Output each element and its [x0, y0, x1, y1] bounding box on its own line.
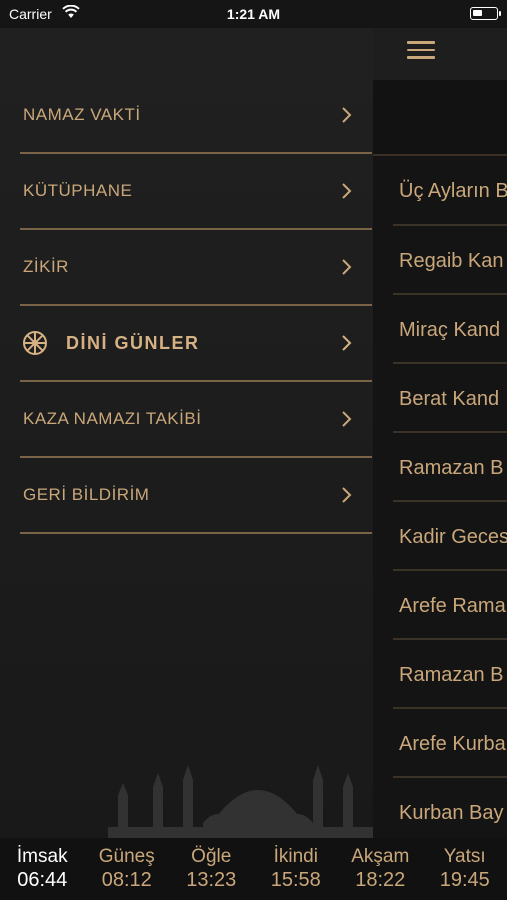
day-name: Berat Kand	[399, 388, 500, 410]
list-item[interactable]: Kadir Geces	[393, 502, 507, 571]
prayer-time: 13:23	[186, 869, 237, 891]
menu-item-label: ZİKİR	[23, 257, 69, 276]
menu-item-label: GERİ BİLDİRİM	[23, 485, 150, 504]
hamburger-menu-icon[interactable]	[407, 41, 435, 63]
menu-list: NAMAZ VAKTİ KÜTÜPHANE ZİKİR DİNİ GÜNLER …	[20, 78, 372, 534]
dharma-wheel-icon	[23, 331, 47, 355]
top-bar	[373, 28, 507, 80]
menu-item-zikir[interactable]: ZİKİR	[20, 230, 372, 306]
prayer-yatsi: Yatsı 19:45	[423, 838, 507, 900]
side-menu: NAMAZ VAKTİ KÜTÜPHANE ZİKİR DİNİ GÜNLER …	[0, 28, 373, 838]
list-item[interactable]: Ramazan B	[393, 433, 507, 502]
day-name: Arefe Kurba	[399, 733, 506, 755]
chevron-right-icon	[342, 183, 352, 199]
prayer-name: Akşam	[351, 846, 410, 867]
menu-item-kaza-namazi-takibi[interactable]: KAZA NAMAZI TAKİBİ	[20, 382, 372, 458]
list-item[interactable]: Kurban Bay	[393, 778, 507, 838]
prayer-time: 06:44	[17, 869, 68, 891]
list-item[interactable]: Berat Kand	[393, 364, 507, 433]
menu-item-label: DİNİ GÜNLER	[66, 332, 200, 353]
day-name: Regaib Kan	[399, 250, 504, 272]
prayer-times-bar: İmsak 06:44 Güneş 08:12 Öğle 13:23 İkind…	[0, 838, 507, 900]
main-panel: Üç Ayların B Regaib Kan Miraç Kand Berat…	[373, 28, 507, 838]
prayer-imsak: İmsak 06:44	[0, 838, 85, 900]
menu-item-kutuphane[interactable]: KÜTÜPHANE	[20, 154, 372, 230]
menu-item-dini-gunler[interactable]: DİNİ GÜNLER	[20, 306, 372, 382]
prayer-ogle: Öğle 13:23	[169, 838, 254, 900]
religious-days-list: Üç Ayların B Regaib Kan Miraç Kand Berat…	[373, 156, 507, 838]
prayer-name: Yatsı	[443, 846, 486, 867]
menu-item-namaz-vakti[interactable]: NAMAZ VAKTİ	[20, 78, 372, 154]
prayer-time: 19:45	[439, 869, 490, 891]
list-item[interactable]: Arefe Rama	[393, 571, 507, 640]
prayer-name: Güneş	[98, 846, 155, 867]
prayer-name: Öğle	[191, 846, 232, 867]
day-name: Üç Ayların B	[399, 180, 507, 202]
day-name: Ramazan B	[399, 457, 504, 479]
prayer-gunes: Güneş 08:12	[85, 838, 170, 900]
day-name: Ramazan B	[399, 664, 504, 686]
prayer-time: 08:12	[101, 869, 152, 891]
menu-item-label: NAMAZ VAKTİ	[23, 105, 141, 124]
day-name: Arefe Rama	[399, 595, 506, 617]
chevron-right-icon	[342, 259, 352, 275]
list-item[interactable]: Ramazan B	[393, 640, 507, 709]
list-item[interactable]: Arefe Kurba	[393, 709, 507, 778]
day-name: Miraç Kand	[399, 319, 501, 341]
list-item[interactable]: Miraç Kand	[393, 295, 507, 364]
list-item[interactable]: Üç Ayların B	[393, 156, 507, 226]
prayer-time: 15:58	[270, 869, 321, 891]
status-bar: Carrier 1:21 AM	[0, 0, 507, 28]
battery-icon	[470, 7, 501, 20]
menu-item-label: KAZA NAMAZI TAKİBİ	[23, 409, 202, 428]
prayer-time: 18:22	[355, 869, 406, 891]
chevron-right-icon	[342, 487, 352, 503]
menu-item-label: KÜTÜPHANE	[23, 181, 133, 200]
prayer-ikindi: İkindi 15:58	[254, 838, 339, 900]
prayer-aksam: Akşam 18:22	[338, 838, 423, 900]
header-band	[373, 80, 507, 156]
prayer-name: İmsak	[16, 846, 68, 867]
chevron-right-icon	[342, 335, 352, 351]
chevron-right-icon	[342, 107, 352, 123]
prayer-name: İkindi	[273, 846, 318, 867]
list-item[interactable]: Regaib Kan	[393, 226, 507, 295]
chevron-right-icon	[342, 411, 352, 427]
day-name: Kadir Geces	[399, 526, 507, 548]
day-name: Kurban Bay	[399, 802, 504, 824]
menu-item-geri-bildirim[interactable]: GERİ BİLDİRİM	[20, 458, 372, 534]
mosque-silhouette	[108, 765, 398, 840]
clock: 1:21 AM	[226, 6, 281, 22]
